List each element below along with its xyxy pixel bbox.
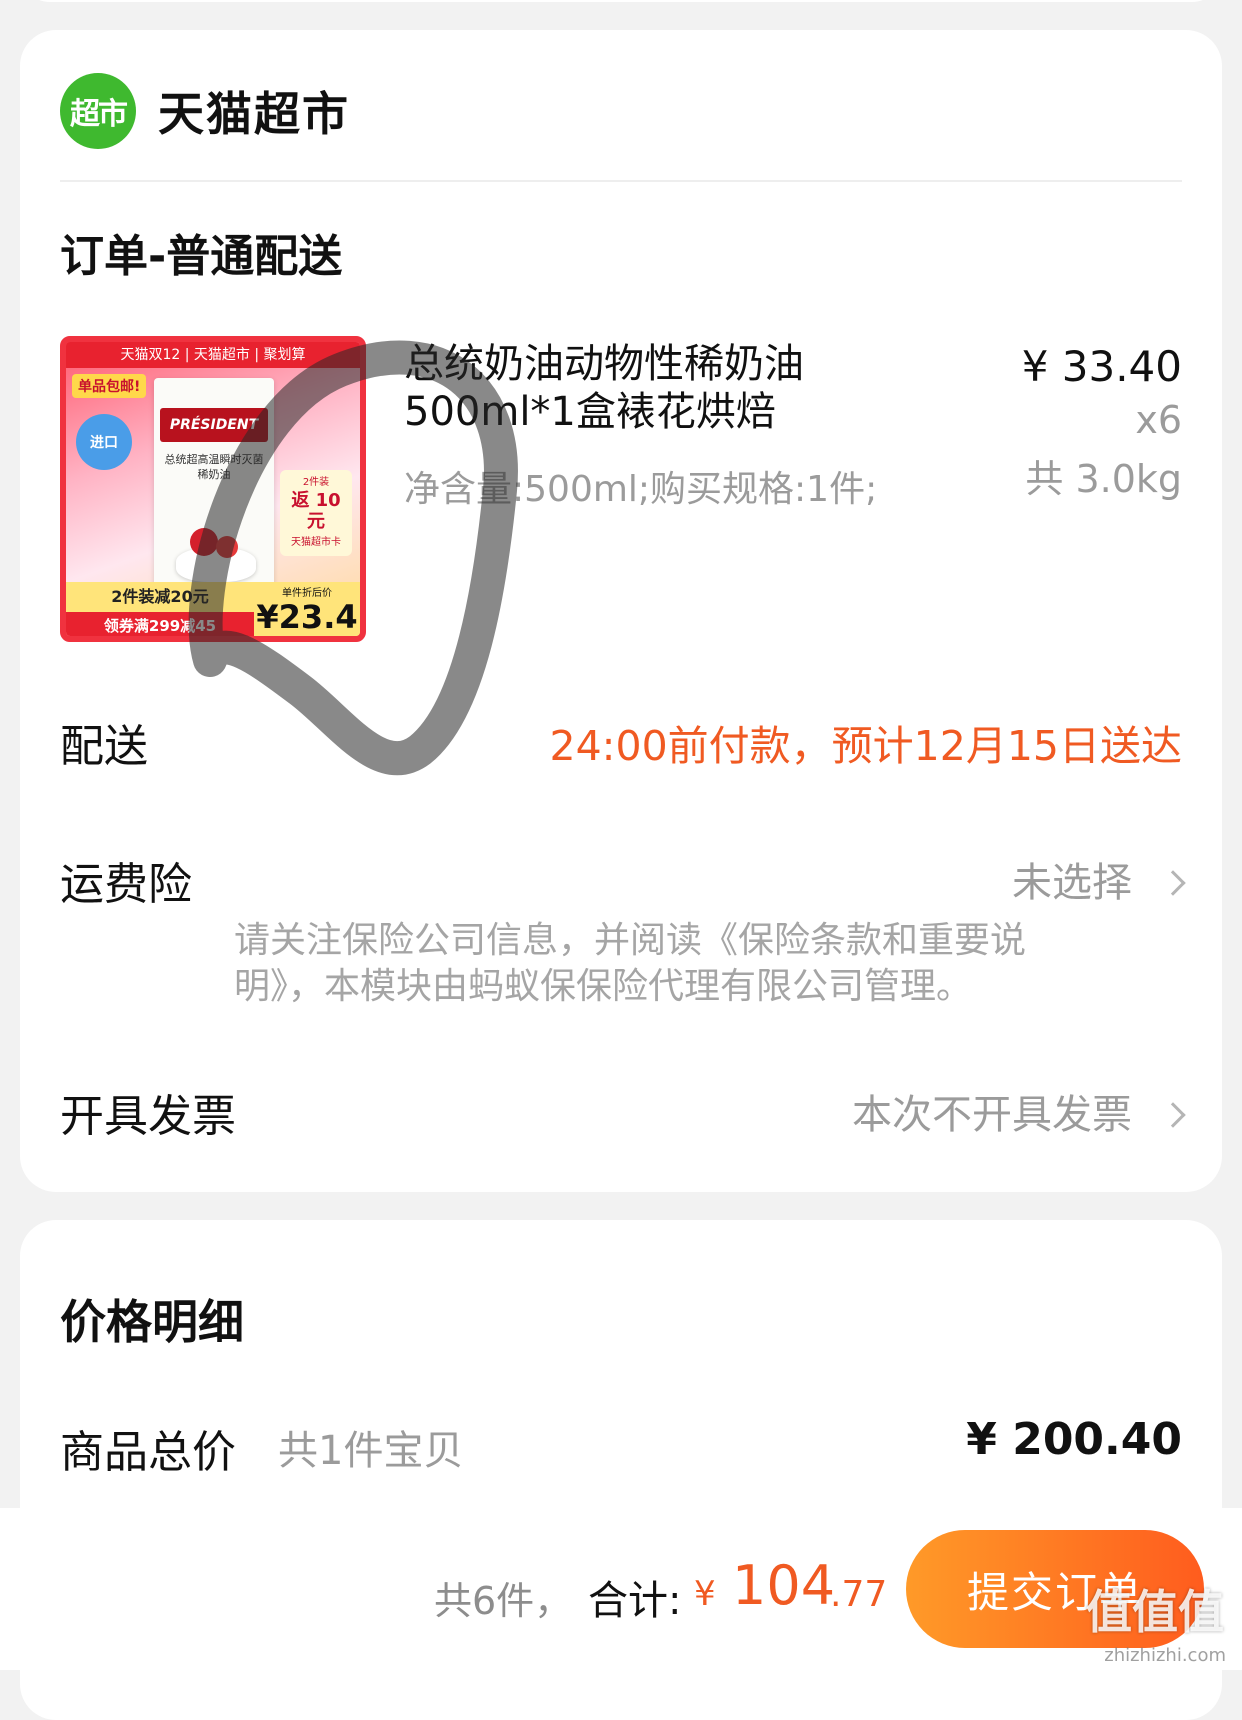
- unit-price-badge: 单件折后价 ¥23.4: [254, 582, 360, 636]
- total-label: 合计:: [588, 1578, 682, 1624]
- shipping-insurance-label: 运费险: [60, 859, 192, 910]
- insurance-note: 请关注保险公司信息，并阅读《保险条款和重要说明》，本模块由蚂蚁保保险代理有限公司…: [234, 920, 1027, 1007]
- badge-return: 返 10 元: [291, 490, 341, 532]
- store-name: 天猫超市: [158, 87, 350, 141]
- free-shipping-tag: 单品包邮!: [72, 374, 147, 398]
- product-weight: 共 3.0kg: [1025, 457, 1182, 501]
- invoice-label: 开具发票: [60, 1091, 236, 1142]
- total-decimal: .77: [830, 1574, 888, 1615]
- currency-symbol: ¥: [694, 1574, 716, 1614]
- delivery-value: 24:00前付款，预计12月15日送达: [549, 722, 1183, 770]
- watermark-url: zhizhizhi.com: [1104, 1645, 1226, 1666]
- product-price: ¥ 33.40: [1021, 342, 1182, 391]
- product-image[interactable]: 天猫双12 | 天猫超市 | 聚划算 单品包邮! 进口 PRÉSIDENT 总统…: [60, 336, 366, 642]
- total-integer: 104: [732, 1554, 836, 1617]
- product-image-banner: 天猫双12 | 天猫超市 | 聚划算: [66, 342, 360, 368]
- unit-price-label: 单件折后价: [282, 588, 332, 599]
- goods-total-value: ¥ 200.40: [966, 1414, 1182, 1465]
- divider: [60, 180, 1182, 182]
- cream-box-illustration: PRÉSIDENT 总统超高温瞬时灭菌稀奶油: [154, 378, 274, 598]
- goods-total-label: 商品总价: [60, 1427, 236, 1478]
- return-card-badge: 2件装 返 10 元 天猫超市卡: [280, 470, 352, 556]
- goods-count: 共1件宝贝: [278, 1428, 464, 1474]
- delivery-label: 配送: [60, 721, 148, 772]
- cream-illustration: [176, 548, 256, 582]
- chevron-right-icon[interactable]: [1160, 870, 1186, 896]
- product-title[interactable]: 总统奶油动物性稀奶油500ml*1盒裱花烘焙: [404, 340, 864, 436]
- promo-bundle: 2件装减20元: [66, 582, 254, 612]
- watermark-logo: 值值值: [1086, 1585, 1224, 1639]
- berry-illustration: [190, 528, 218, 556]
- order-title: 订单-普通配送: [60, 231, 343, 282]
- invoice-value[interactable]: 本次不开具发票: [852, 1082, 1132, 1140]
- previous-card-edge: [20, 0, 1222, 2]
- order-card: 超市 天猫超市 订单-普通配送 天猫双12 | 天猫超市 | 聚划算 单品包邮!…: [20, 30, 1222, 1192]
- box-text: 总统超高温瞬时灭菌稀奶油: [164, 453, 264, 481]
- badge-line: 天猫超市卡: [291, 537, 341, 548]
- unit-price-value: ¥23.4: [256, 598, 358, 636]
- product-quantity: x6: [1135, 398, 1182, 442]
- chevron-right-icon[interactable]: [1160, 1102, 1186, 1128]
- price-detail-title: 价格明细: [60, 1295, 244, 1349]
- checkout-bar: 共6件， 合计: ¥ 104 .77 提交订单 值值值 zhizhizhi.co…: [0, 1508, 1242, 1670]
- promo-coupon: 领券满299减45: [66, 612, 254, 636]
- berry-illustration: [216, 536, 238, 558]
- store-logo: 超市: [60, 73, 136, 149]
- shipping-insurance-value[interactable]: 未选择: [1012, 850, 1132, 908]
- item-count: 共6件，: [434, 1579, 573, 1623]
- brand-label: PRÉSIDENT: [160, 408, 268, 442]
- product-spec: 净含量:500ml;购买规格:1件;: [404, 469, 878, 510]
- import-tag: 进口: [76, 414, 132, 470]
- store-header[interactable]: 超市 天猫超市: [60, 72, 350, 150]
